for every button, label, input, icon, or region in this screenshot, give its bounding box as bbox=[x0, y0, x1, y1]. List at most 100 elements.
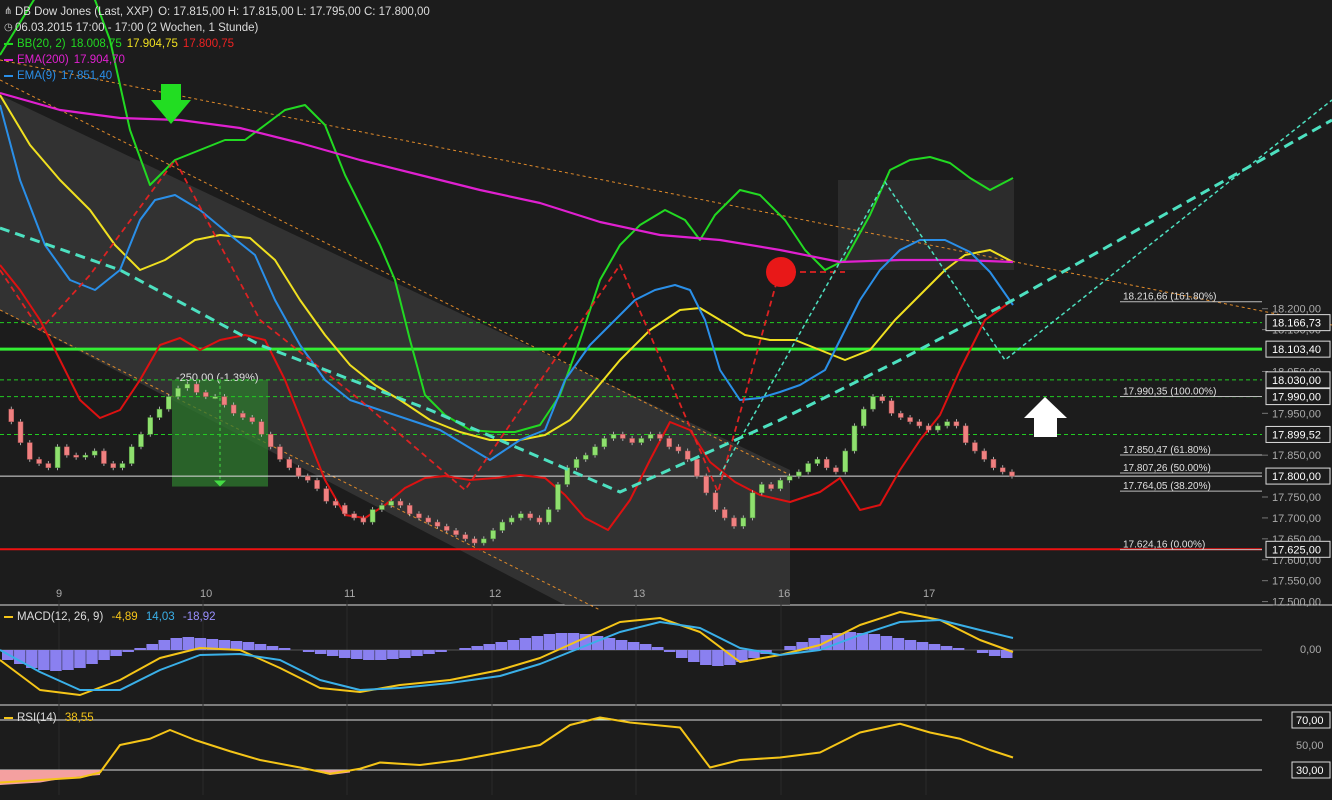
candle bbox=[610, 433, 617, 439]
candle bbox=[54, 446, 61, 468]
price-axis-label: 17.550,00 bbox=[1272, 576, 1321, 588]
macd-histogram-bar bbox=[170, 638, 183, 650]
candle bbox=[694, 459, 700, 477]
candle bbox=[759, 484, 765, 494]
candle bbox=[490, 530, 496, 540]
macd-histogram-bar bbox=[519, 638, 532, 650]
candle bbox=[73, 454, 79, 458]
candle bbox=[388, 500, 394, 506]
candle bbox=[935, 425, 941, 431]
candle bbox=[592, 446, 598, 456]
chart-icon: ⋔ bbox=[4, 6, 13, 17]
bb-value-lower: 17.800,75 bbox=[182, 38, 235, 50]
candle bbox=[64, 446, 70, 456]
candle bbox=[638, 438, 645, 443]
level-tag-label: 17.625,00 bbox=[1272, 544, 1321, 556]
candle bbox=[981, 450, 987, 460]
candle bbox=[332, 500, 339, 506]
macd-histogram-bar bbox=[988, 650, 1001, 656]
candle bbox=[342, 505, 348, 514]
macd-histogram-bar bbox=[459, 648, 471, 650]
candle bbox=[379, 505, 385, 510]
candle bbox=[508, 517, 515, 523]
red-marker bbox=[766, 257, 796, 287]
x-tick-label: 9 bbox=[56, 588, 62, 600]
fib-label: 17.807,26 (50.00%) bbox=[1123, 463, 1211, 474]
candle bbox=[545, 509, 552, 523]
rsi-legend[interactable]: RSI(14) 38,55 bbox=[4, 712, 94, 724]
macd-histogram-bar bbox=[254, 644, 267, 650]
macd-histogram-bar bbox=[278, 648, 291, 650]
candle bbox=[962, 425, 969, 443]
level-tag-label: 18.166,73 bbox=[1272, 318, 1321, 330]
macd-histogram-bar bbox=[940, 646, 953, 650]
legend-ema9[interactable]: EMA(9) 17.851,40 bbox=[4, 68, 430, 84]
candle bbox=[45, 463, 52, 468]
macd-histogram-bar bbox=[363, 650, 375, 660]
candle bbox=[851, 425, 858, 452]
macd-axis-label: 0,00 bbox=[1300, 644, 1321, 656]
macd-histogram-bar bbox=[507, 640, 520, 650]
legend-bb[interactable]: BB(20, 2) 18.008,75 17.904,75 17.800,75 bbox=[4, 36, 430, 52]
ema200-label: EMA(200) bbox=[17, 54, 69, 66]
candle bbox=[166, 396, 172, 410]
candle bbox=[860, 408, 867, 427]
ema200-value: 17.904,70 bbox=[73, 54, 125, 66]
candle bbox=[499, 521, 506, 531]
ema9-swatch bbox=[4, 75, 13, 77]
candle bbox=[777, 480, 784, 489]
candle bbox=[722, 509, 728, 519]
candle bbox=[573, 459, 580, 468]
macd-histogram-bar bbox=[880, 636, 893, 650]
candle bbox=[749, 492, 756, 519]
macd-histogram-bar bbox=[399, 650, 411, 658]
candle bbox=[740, 517, 747, 527]
instrument-title: DB Dow Jones (Last, XXP) bbox=[15, 6, 154, 18]
level-tag-label: 17.899,52 bbox=[1272, 429, 1321, 441]
candle bbox=[647, 433, 654, 439]
fib-label: 17.764,05 (38.20%) bbox=[1123, 481, 1211, 492]
candle bbox=[184, 383, 191, 389]
candle bbox=[8, 408, 15, 422]
macd-histogram-bar bbox=[916, 642, 929, 650]
macd-histogram-bar bbox=[110, 650, 122, 656]
price-axis-label: 17.700,00 bbox=[1272, 513, 1321, 525]
candle bbox=[684, 450, 691, 460]
price-chart[interactable]: -250,00 (-1.39%) 18.216,66 (161.80%) 17.9… bbox=[0, 0, 1332, 795]
legend-ema200[interactable]: EMA(200) 17.904,70 bbox=[4, 52, 430, 68]
x-tick-label: 17 bbox=[923, 588, 935, 600]
chart-stage: -250,00 (-1.39%) 18.216,66 (161.80%) 17.9… bbox=[0, 0, 1332, 795]
candle bbox=[36, 459, 42, 464]
ema9-label: EMA(9) bbox=[17, 70, 56, 82]
macd-legend[interactable]: MACD(12, 26, 9) -4,89 14,03 -18,92 bbox=[4, 611, 216, 623]
candle bbox=[583, 454, 589, 460]
candle bbox=[629, 438, 635, 443]
ohlc-values: O: 17.815,00 H: 17.815,00 L: 17.795,00 C… bbox=[158, 6, 430, 18]
candle bbox=[916, 421, 923, 427]
level-tag-label: 18.103,40 bbox=[1272, 344, 1321, 356]
level-tag-label: 18.030,00 bbox=[1272, 375, 1321, 387]
candle bbox=[972, 442, 978, 452]
candle bbox=[462, 534, 469, 540]
macd-histogram-bar bbox=[146, 644, 158, 650]
candle bbox=[444, 526, 450, 531]
macd-histogram-bar bbox=[314, 650, 327, 654]
rsi-value: 38,55 bbox=[64, 712, 94, 724]
macd-histogram-bar bbox=[387, 650, 399, 659]
macd-histogram-bar bbox=[38, 650, 50, 670]
candle bbox=[888, 400, 895, 414]
macd-histogram-bar bbox=[74, 650, 86, 668]
candle bbox=[212, 396, 218, 399]
rsi-axis-label: 50,00 bbox=[1296, 740, 1324, 752]
candle bbox=[898, 413, 904, 418]
candle bbox=[471, 538, 478, 544]
candle bbox=[666, 438, 672, 448]
candle bbox=[907, 417, 913, 422]
macd-histogram-bar bbox=[615, 640, 628, 650]
candle bbox=[731, 517, 737, 527]
candle bbox=[601, 438, 608, 448]
macd-histogram-bar bbox=[242, 642, 255, 650]
candle bbox=[314, 480, 320, 489]
candle bbox=[323, 488, 330, 502]
price-axis-label: 17.950,00 bbox=[1272, 408, 1321, 420]
